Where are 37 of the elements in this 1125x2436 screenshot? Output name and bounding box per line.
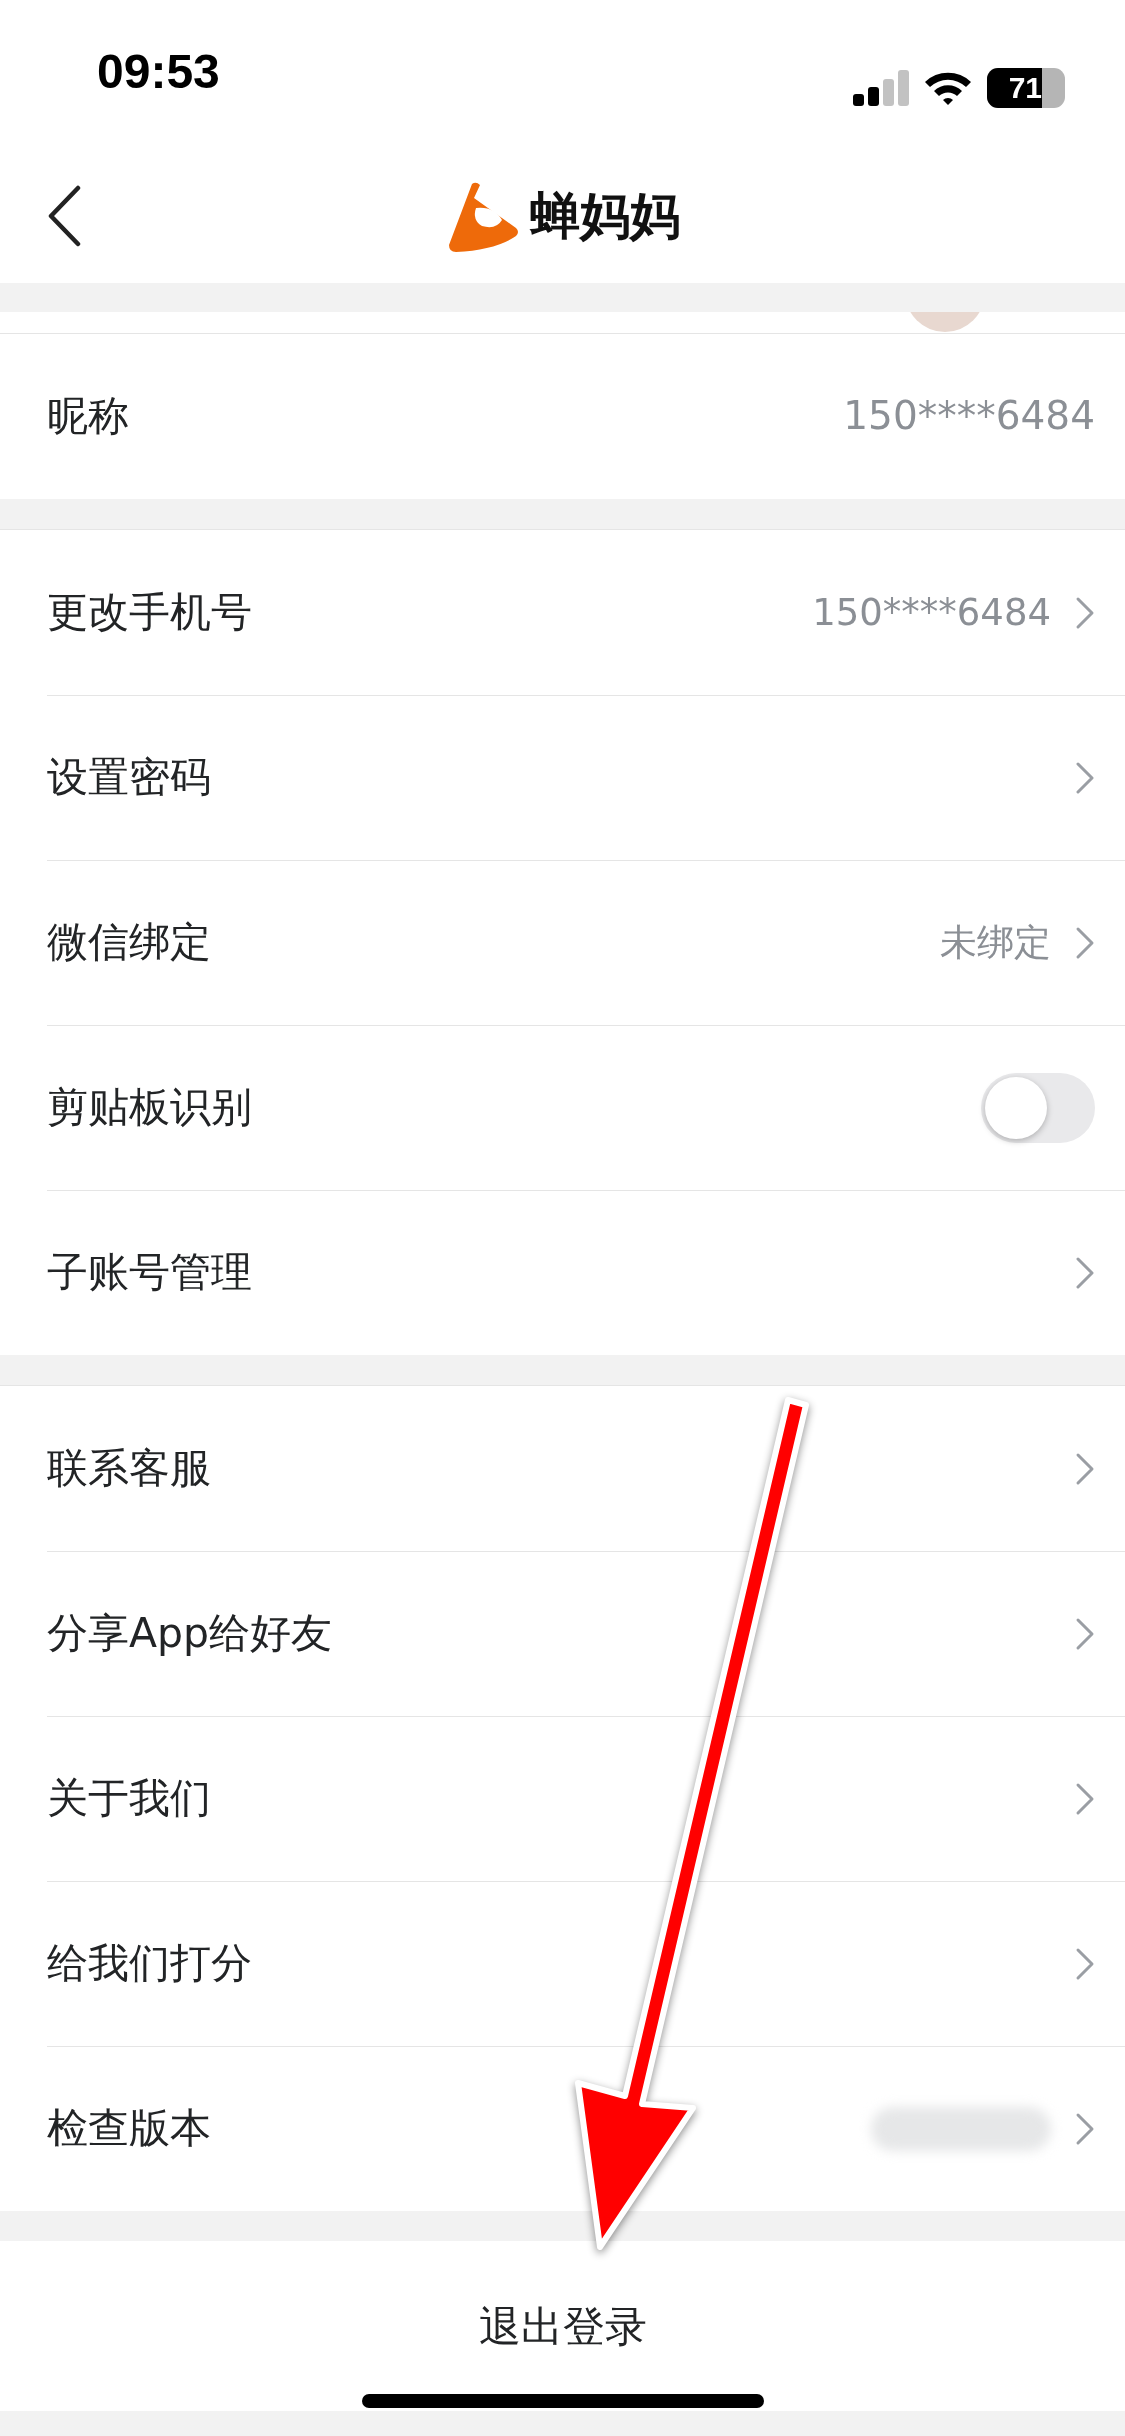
- row-value: 150****6484: [843, 392, 1095, 441]
- row-value: 未绑定: [940, 920, 1051, 967]
- row-label: 微信绑定: [47, 917, 211, 969]
- row-label: 设置密码: [47, 752, 211, 804]
- row-label: 联系客服: [47, 1442, 211, 1494]
- settings-row[interactable]: 微信绑定 未绑定: [47, 860, 1125, 1025]
- settings-row[interactable]: 剪贴板识别: [47, 1025, 1125, 1190]
- row-label: 子账号管理: [47, 1247, 252, 1299]
- status-time: 09:53: [97, 44, 220, 100]
- row-label: 关于我们: [47, 1773, 211, 1825]
- chevron-icon: [1075, 1451, 1095, 1486]
- settings-row[interactable]: 设置密码: [47, 695, 1125, 860]
- chevron-icon: [1075, 1947, 1095, 1981]
- chevron-icon: [1075, 926, 1095, 960]
- row-label: 昵称: [47, 390, 129, 442]
- settings-row[interactable]: 子账号管理: [47, 1190, 1125, 1355]
- signal-icon: [853, 70, 909, 106]
- battery-indicator: 71: [987, 68, 1065, 108]
- chevron-icon: [1075, 595, 1095, 630]
- app-title: 蝉妈妈: [529, 186, 680, 247]
- settings-row[interactable]: 昵称 150****6484: [47, 334, 1125, 499]
- chevron-icon: [1075, 1617, 1095, 1651]
- settings-row[interactable]: 更改手机号 150****6484: [47, 530, 1125, 695]
- logout-button[interactable]: 退出登录: [0, 2241, 1125, 2411]
- row-label: 分享App给好友: [47, 1608, 333, 1660]
- back-icon[interactable]: [46, 185, 82, 247]
- row-label: 给我们打分: [47, 1938, 252, 1990]
- row-label: 检查版本: [47, 2103, 211, 2155]
- wifi-icon: [923, 70, 973, 106]
- row-label: 剪贴板识别: [47, 1082, 252, 1134]
- row-label: 更改手机号: [47, 586, 252, 638]
- chevron-icon: [1075, 1782, 1095, 1816]
- settings-row[interactable]: 联系客服: [47, 1386, 1125, 1551]
- row-value: 150****6484: [812, 589, 1051, 636]
- chevron-icon: [1075, 1256, 1095, 1290]
- chevron-icon: [1075, 2112, 1095, 2146]
- chevron-icon: [1075, 761, 1095, 795]
